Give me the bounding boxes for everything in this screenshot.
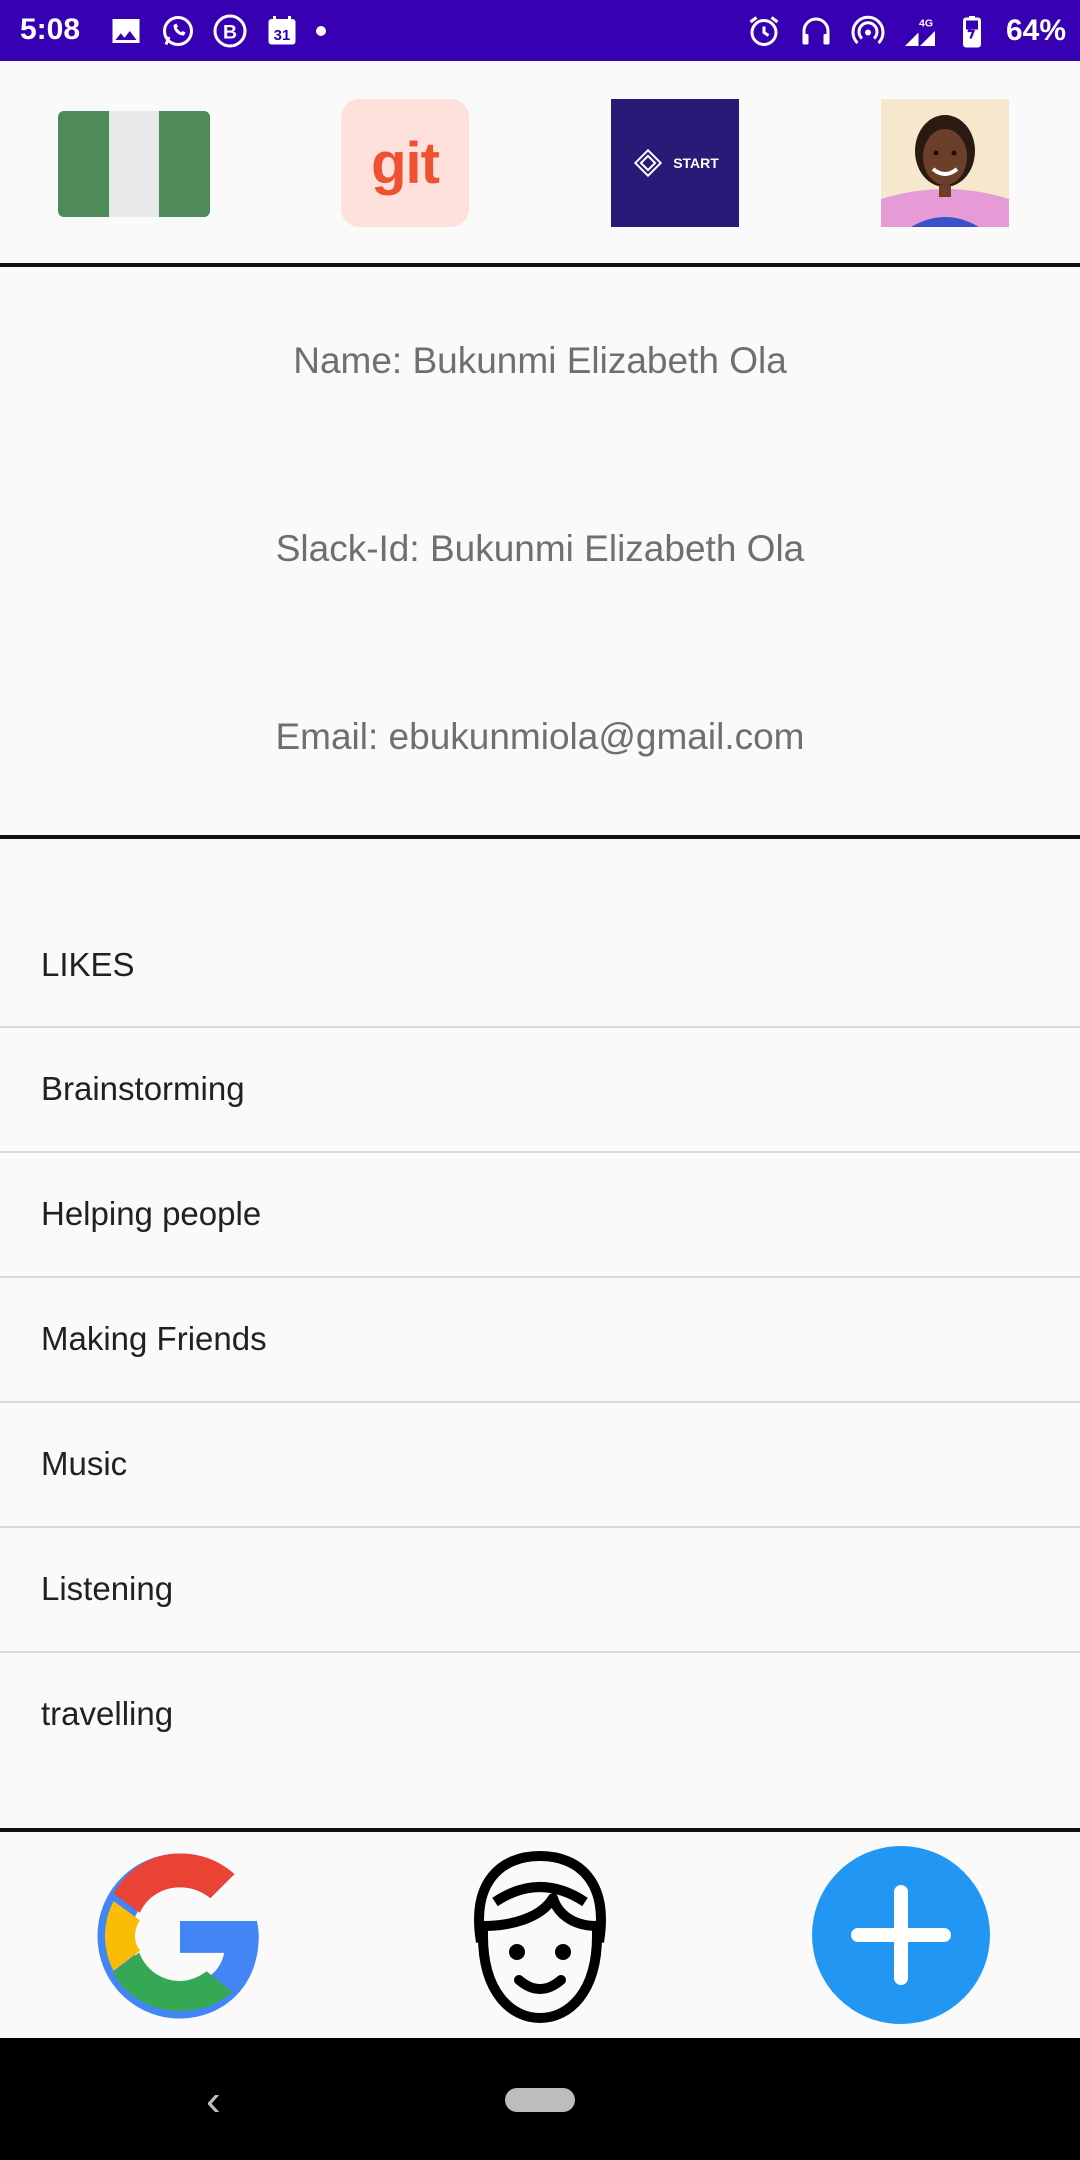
profile-slack-id: Slack-Id: Bukunmi Elizabeth Ola [275, 528, 805, 569]
b-letter: B [223, 22, 237, 44]
add-icon [851, 1885, 951, 1985]
profile-photo[interactable] [881, 99, 1009, 227]
calendar-icon: 31 [268, 16, 296, 45]
notification-icons: B 31 [108, 12, 326, 50]
list-item-label: Helping people [41, 1195, 262, 1232]
battery-percentage: 64% [1005, 14, 1066, 47]
navigation-bar: ‹ [0, 2038, 1080, 2160]
profile-name: Name: Bukunmi Elizabeth Ola [293, 340, 787, 381]
list-item[interactable]: Brainstorming [0, 1026, 1080, 1151]
top-icon-row: git START [0, 61, 1080, 265]
headphones-icon [802, 17, 830, 45]
top-divider [0, 263, 1080, 267]
whatsapp-icon [163, 16, 193, 46]
list-item-label: Making Friends [41, 1320, 267, 1357]
list-item[interactable]: travelling [0, 1651, 1080, 1776]
list-item[interactable]: Listening [0, 1526, 1080, 1651]
calendar-day: 31 [274, 27, 291, 44]
status-time: 5:08 [20, 13, 81, 46]
list-item[interactable]: Making Friends [0, 1276, 1080, 1401]
list-item-label: Brainstorming [41, 1070, 245, 1107]
info-divider [0, 835, 1080, 839]
face-icon[interactable] [461, 1842, 619, 2028]
home-button[interactable] [505, 2088, 575, 2112]
start-diamond-icon [634, 148, 663, 178]
git-label: git [371, 130, 440, 196]
nigeria-flag-icon[interactable] [58, 111, 210, 217]
start-icon[interactable]: START [611, 99, 739, 227]
b-icon: B [213, 14, 247, 48]
avatar [881, 99, 1009, 227]
google-icon[interactable] [90, 1846, 270, 2026]
bottom-action-bar [0, 1832, 1080, 2038]
start-label: START [673, 155, 719, 171]
battery-icon [962, 16, 981, 48]
git-icon[interactable]: git [341, 99, 469, 227]
alarm-icon [749, 16, 779, 46]
list-item-label: travelling [41, 1695, 174, 1732]
list-item-label: Music [41, 1445, 128, 1482]
back-icon[interactable]: ‹ [206, 2076, 221, 2126]
system-icons: 4G 64% [746, 12, 1066, 50]
signal-icon: 4G [904, 18, 935, 46]
dot-icon [316, 26, 326, 36]
profile-email: Email: ebukunmiola@gmail.com [275, 716, 805, 757]
add-button[interactable] [812, 1846, 990, 2024]
image-icon [112, 19, 140, 43]
status-bar: 5:08 B 31 4G 64% [0, 0, 1080, 61]
hotspot-icon [851, 15, 885, 45]
network-type: 4G [919, 18, 933, 30]
list-item[interactable]: Helping people [0, 1151, 1080, 1276]
likes-header: LIKES [41, 946, 135, 983]
list-item-label: Listening [41, 1570, 174, 1607]
list-item[interactable]: Music [0, 1401, 1080, 1526]
